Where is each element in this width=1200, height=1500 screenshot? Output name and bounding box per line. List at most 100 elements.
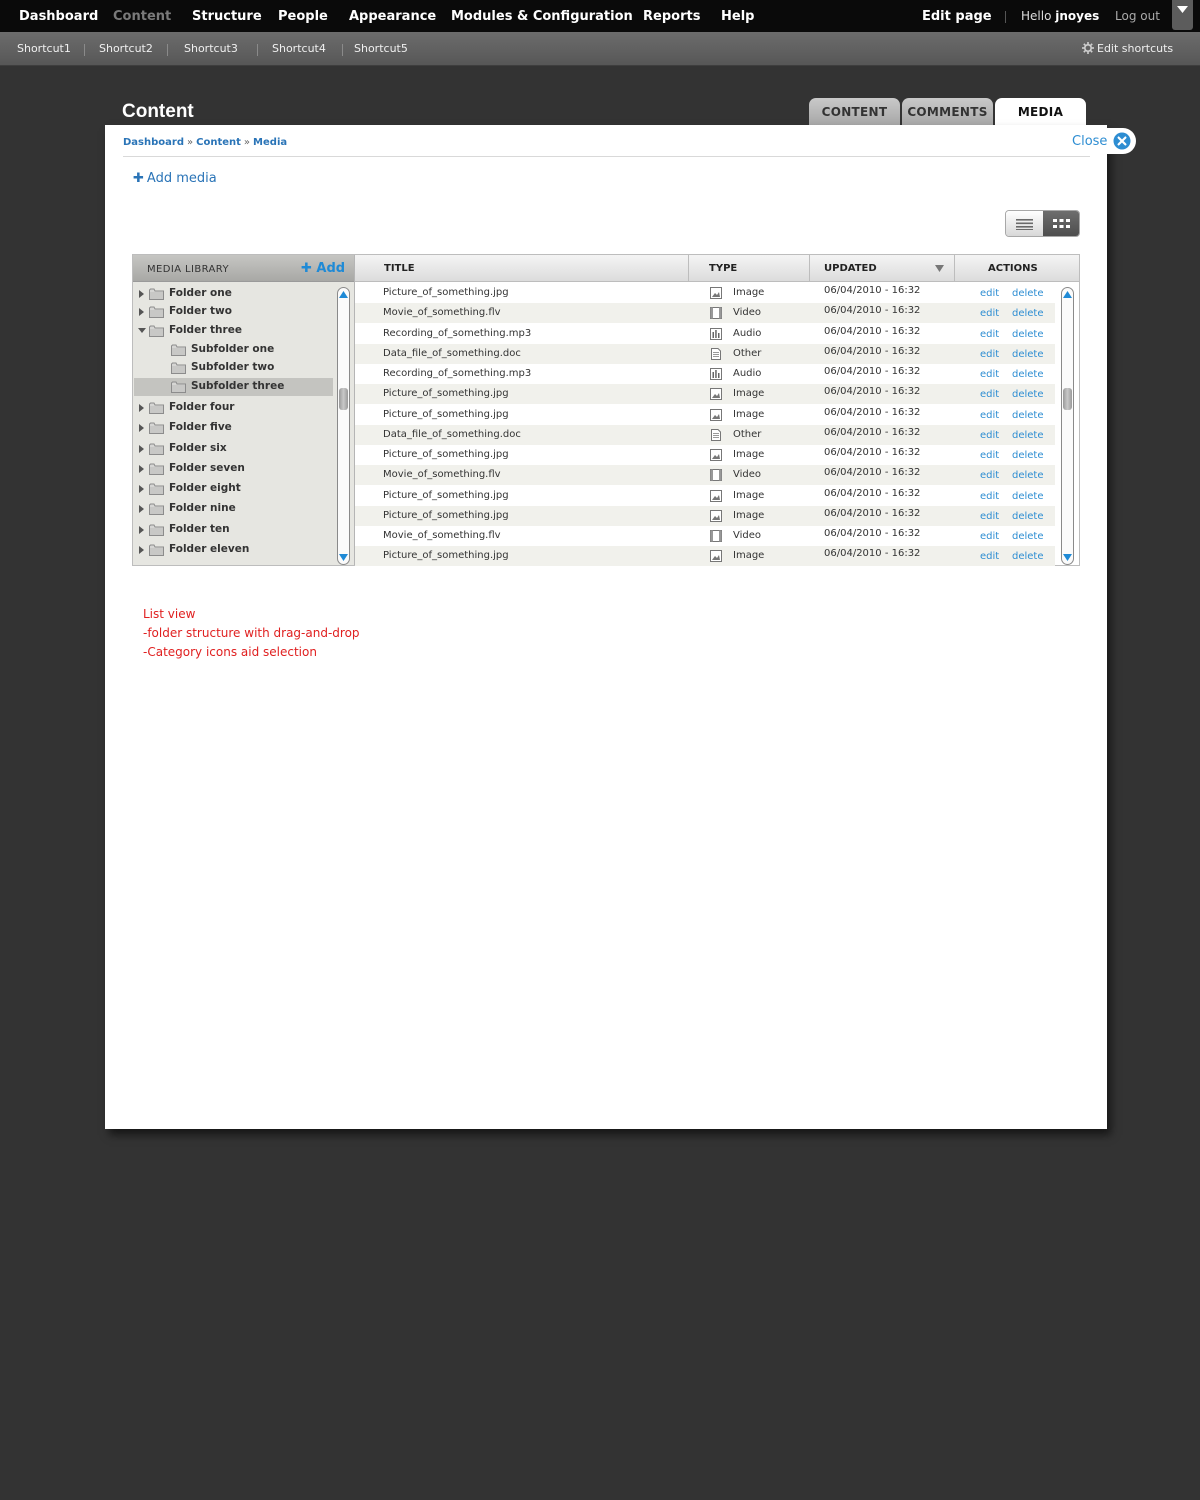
media-title[interactable]: Picture_of_something.jpg — [383, 409, 509, 420]
media-title[interactable]: Picture_of_something.jpg — [383, 449, 509, 460]
media-title[interactable]: Movie_of_something.flv — [383, 530, 501, 541]
table-row[interactable]: Picture_of_something.jpg Image 06/04/2010 … — [355, 283, 1055, 303]
table-row[interactable]: Movie_of_something.flv Video 06/04/2010 - … — [355, 465, 1055, 486]
breadcrumb-dashboard[interactable]: Dashboard — [123, 137, 184, 148]
column-updated[interactable]: UPDATED — [824, 255, 877, 282]
collapsed-arrow-icon[interactable] — [139, 485, 145, 493]
edit-link[interactable]: edit — [980, 491, 999, 502]
table-row[interactable]: Picture_of_something.jpg Image 06/04/2010 … — [355, 546, 1055, 567]
table-row[interactable]: Picture_of_something.jpg Image 06/04/2010 … — [355, 405, 1055, 425]
nav-structure[interactable]: Structure — [192, 0, 262, 32]
folder-item[interactable]: Folder one — [134, 285, 333, 303]
media-title[interactable]: Picture_of_something.jpg — [383, 287, 509, 298]
nav-help[interactable]: Help — [721, 0, 754, 32]
column-title[interactable]: TITLE — [384, 255, 415, 282]
logout-link[interactable]: Log out — [1115, 0, 1160, 32]
collapsed-arrow-icon[interactable] — [139, 445, 145, 453]
delete-link[interactable]: delete — [1012, 349, 1044, 360]
collapsed-arrow-icon[interactable] — [139, 546, 145, 554]
delete-link[interactable]: delete — [1012, 551, 1044, 562]
edit-link[interactable]: edit — [980, 389, 999, 400]
delete-link[interactable]: delete — [1012, 531, 1044, 542]
collapsed-arrow-icon[interactable] — [139, 465, 145, 473]
folder-scroll-thumb[interactable] — [339, 388, 348, 410]
folder-item[interactable]: Folder eight — [134, 480, 333, 498]
collapsed-arrow-icon[interactable] — [139, 424, 145, 432]
collapsed-arrow-icon[interactable] — [139, 404, 145, 412]
edit-link[interactable]: edit — [980, 430, 999, 441]
breadcrumb-media[interactable]: Media — [253, 137, 287, 148]
media-title[interactable]: Picture_of_something.jpg — [383, 510, 509, 521]
add-media-link[interactable]: ✚ Add media — [133, 171, 217, 186]
folder-item[interactable]: Folder four — [134, 399, 333, 417]
shortcut-3[interactable]: Shortcut3 — [184, 32, 238, 66]
table-row[interactable]: Picture_of_something.jpg Image 06/04/2010 … — [355, 384, 1055, 405]
tab-media[interactable]: MEDIA — [995, 98, 1086, 126]
tab-content[interactable]: CONTENT — [809, 98, 900, 126]
nav-dashboard[interactable]: Dashboard — [19, 0, 98, 32]
breadcrumb-content[interactable]: Content — [196, 137, 241, 148]
scroll-down-icon[interactable] — [339, 554, 348, 561]
table-row[interactable]: Recording_of_something.mp3 Audio 06/04/201… — [355, 364, 1055, 384]
folder-item[interactable]: Folder six — [134, 440, 333, 458]
media-title[interactable]: Data_file_of_something.doc — [383, 429, 521, 440]
scroll-up-icon[interactable] — [339, 291, 348, 298]
shortcut-2[interactable]: Shortcut2 — [99, 32, 153, 66]
sort-descending-icon[interactable] — [935, 265, 944, 272]
nav-reports[interactable]: Reports — [643, 0, 700, 32]
delete-link[interactable]: delete — [1012, 308, 1044, 319]
tab-comments[interactable]: COMMENTS — [902, 98, 993, 126]
delete-link[interactable]: delete — [1012, 491, 1044, 502]
shortcut-5[interactable]: Shortcut5 — [354, 32, 408, 66]
table-row[interactable]: Movie_of_something.flv Video 06/04/2010 - … — [355, 303, 1055, 324]
add-folder-button[interactable]: ✚ Add — [301, 261, 345, 276]
media-title[interactable]: Movie_of_something.flv — [383, 469, 501, 480]
edit-link[interactable]: edit — [980, 551, 999, 562]
media-title[interactable]: Data_file_of_something.doc — [383, 348, 521, 359]
delete-link[interactable]: delete — [1012, 329, 1044, 340]
edit-link[interactable]: edit — [980, 349, 999, 360]
table-row[interactable]: Data_file_of_something.doc Other 06/04/201… — [355, 424, 1055, 445]
folder-item[interactable]: Folder eleven — [134, 541, 333, 559]
grid-view-button[interactable] — [1043, 211, 1079, 236]
folder-item[interactable]: Folder seven — [134, 460, 333, 478]
delete-link[interactable]: delete — [1012, 389, 1044, 400]
table-row[interactable]: Picture_of_something.jpg Image 06/04/2010 … — [355, 505, 1055, 526]
shortcut-1[interactable]: Shortcut1 — [17, 32, 71, 66]
delete-link[interactable]: delete — [1012, 410, 1044, 421]
media-title[interactable]: Movie_of_something.flv — [383, 307, 501, 318]
edit-link[interactable]: edit — [980, 410, 999, 421]
delete-link[interactable]: delete — [1012, 430, 1044, 441]
delete-link[interactable]: delete — [1012, 511, 1044, 522]
folder-item[interactable]: Folder nine — [134, 500, 333, 518]
delete-link[interactable]: delete — [1012, 470, 1044, 481]
media-title[interactable]: Picture_of_something.jpg — [383, 388, 509, 399]
nav-appearance[interactable]: Appearance — [349, 0, 436, 32]
collapsed-arrow-icon[interactable] — [139, 505, 145, 513]
collapsed-arrow-icon[interactable] — [139, 308, 145, 316]
subfolder-item[interactable]: Subfolder two — [134, 359, 333, 377]
edit-page-link[interactable]: Edit page — [922, 0, 992, 32]
table-scroll-thumb[interactable] — [1063, 388, 1072, 410]
edit-shortcuts-link[interactable]: Edit shortcuts — [1082, 32, 1173, 66]
folder-item[interactable]: Folder three — [134, 322, 333, 340]
shortcut-4[interactable]: Shortcut4 — [272, 32, 326, 66]
subfolder-item[interactable]: Subfolder three — [134, 378, 333, 396]
folder-item[interactable]: Folder two — [134, 303, 333, 321]
nav-people[interactable]: People — [278, 0, 328, 32]
edit-link[interactable]: edit — [980, 369, 999, 380]
expanded-arrow-icon[interactable] — [138, 328, 146, 334]
delete-link[interactable]: delete — [1012, 450, 1044, 461]
nav-modules-configuration[interactable]: Modules & Configuration — [451, 0, 633, 32]
scroll-up-icon[interactable] — [1063, 291, 1072, 298]
toolbar-toggle-button[interactable] — [1172, 0, 1193, 30]
folder-item[interactable]: Folder five — [134, 419, 333, 437]
collapsed-arrow-icon[interactable] — [139, 526, 145, 534]
edit-link[interactable]: edit — [980, 450, 999, 461]
table-scrollbar[interactable] — [1061, 287, 1074, 565]
folder-item[interactable]: Folder ten — [134, 521, 333, 539]
table-row[interactable]: Data_file_of_something.doc Other 06/04/201… — [355, 343, 1055, 364]
table-row[interactable]: Picture_of_something.jpg Image 06/04/2010 … — [355, 445, 1055, 465]
delete-link[interactable]: delete — [1012, 369, 1044, 380]
edit-link[interactable]: edit — [980, 288, 999, 299]
